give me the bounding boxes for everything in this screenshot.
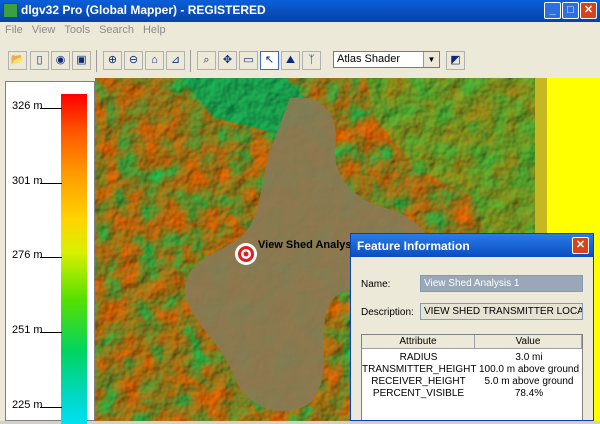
elevation-color-ramp: [61, 94, 87, 424]
zoom-in-icon[interactable]: ⊕: [103, 51, 122, 70]
shader-settings-icon[interactable]: ◩: [446, 51, 465, 70]
value-cell: 5.0 m above ground: [484, 376, 574, 387]
legend-label-276: 276 m: [12, 249, 43, 261]
new-document-icon[interactable]: ▯: [30, 51, 49, 70]
pointer-icon[interactable]: ↖: [260, 51, 279, 70]
maximize-button[interactable]: □: [562, 2, 579, 19]
dialog-title: Feature Information: [357, 239, 470, 253]
menu-tools[interactable]: Tools: [59, 22, 94, 36]
legend-label-251: 251 m: [12, 324, 43, 336]
globe-icon[interactable]: ◉: [51, 51, 70, 70]
dialog-close-button[interactable]: ✕: [572, 237, 589, 254]
feature-label: View Shed Analysis: [258, 239, 361, 251]
legend-label-326: 326 m: [12, 100, 43, 112]
menu-view[interactable]: View: [27, 22, 60, 36]
feature-information-dialog: Feature Information ✕ Name: View Shed An…: [350, 233, 594, 421]
elevation-legend: 326 m 301 m 276 m 251 m 225 m: [0, 78, 95, 424]
attribute-cell: RECEIVER_HEIGHT: [371, 376, 466, 387]
description-label: Description:: [361, 307, 414, 318]
terrain-icon[interactable]: ⛰: [281, 51, 300, 70]
app-icon: [3, 3, 18, 18]
name-label: Name:: [361, 279, 391, 290]
zoom-out-icon[interactable]: ⊖: [124, 51, 143, 70]
chevron-down-icon[interactable]: ▼: [423, 52, 439, 67]
title-bar: dlgv32 Pro (Global Mapper) - REGISTERED …: [0, 0, 600, 22]
description-field[interactable]: VIEW SHED TRANSMITTER LOCATION: [420, 303, 583, 320]
menu-search[interactable]: Search: [94, 22, 138, 36]
close-button[interactable]: ✕: [580, 2, 597, 19]
layers-icon[interactable]: ▣: [72, 51, 91, 70]
attribute-cell: TRANSMITTER_HEIGHT: [362, 364, 477, 375]
open-folder-icon[interactable]: 📂: [8, 51, 27, 70]
transmitter-target-icon[interactable]: [235, 243, 257, 265]
value-cell: 100.0 m above ground: [478, 364, 580, 375]
measure-icon[interactable]: ▭: [239, 51, 258, 70]
value-cell: 3.0 mi: [515, 352, 543, 363]
home-icon[interactable]: ⌂: [145, 51, 164, 70]
legend-label-301: 301 m: [12, 175, 43, 187]
value-cell: 78.4%: [514, 388, 544, 399]
dialog-title-bar: Feature Information ✕: [351, 234, 593, 257]
minimize-button[interactable]: _: [544, 2, 561, 19]
transmitter-icon[interactable]: ᛉ: [302, 51, 321, 70]
name-field[interactable]: View Shed Analysis 1: [420, 275, 583, 292]
attribute-cell: PERCENT_VISIBLE: [372, 388, 465, 399]
chart-icon[interactable]: ⊿: [166, 51, 185, 70]
legend-label-225: 225 m: [12, 399, 43, 411]
menu-bar: File View Tools Search Help: [0, 22, 600, 40]
shader-select[interactable]: Atlas Shader ▼: [333, 51, 440, 68]
pan-icon[interactable]: ✥: [218, 51, 237, 70]
menu-file[interactable]: File: [0, 22, 27, 36]
shader-value: Atlas Shader: [337, 53, 400, 65]
zoom-tool-icon[interactable]: ⌕: [197, 51, 216, 70]
column-header-value[interactable]: Value: [475, 335, 582, 349]
toolbar: 📂 ▯ ◉ ▣ ⊕ ⊖ ⌂ ⊿ ⌕ ✥ ▭ ↖ ⛰ ᛉ Atlas Shader…: [0, 40, 600, 79]
menu-help[interactable]: Help: [138, 22, 170, 36]
attribute-table: Attribute Value RADIUS 3.0 mi TRANSMITTE…: [361, 334, 583, 420]
column-header-attribute[interactable]: Attribute: [362, 335, 475, 349]
window-title: dlgv32 Pro (Global Mapper) - REGISTERED: [21, 3, 266, 17]
attribute-cell: RADIUS: [399, 352, 438, 363]
